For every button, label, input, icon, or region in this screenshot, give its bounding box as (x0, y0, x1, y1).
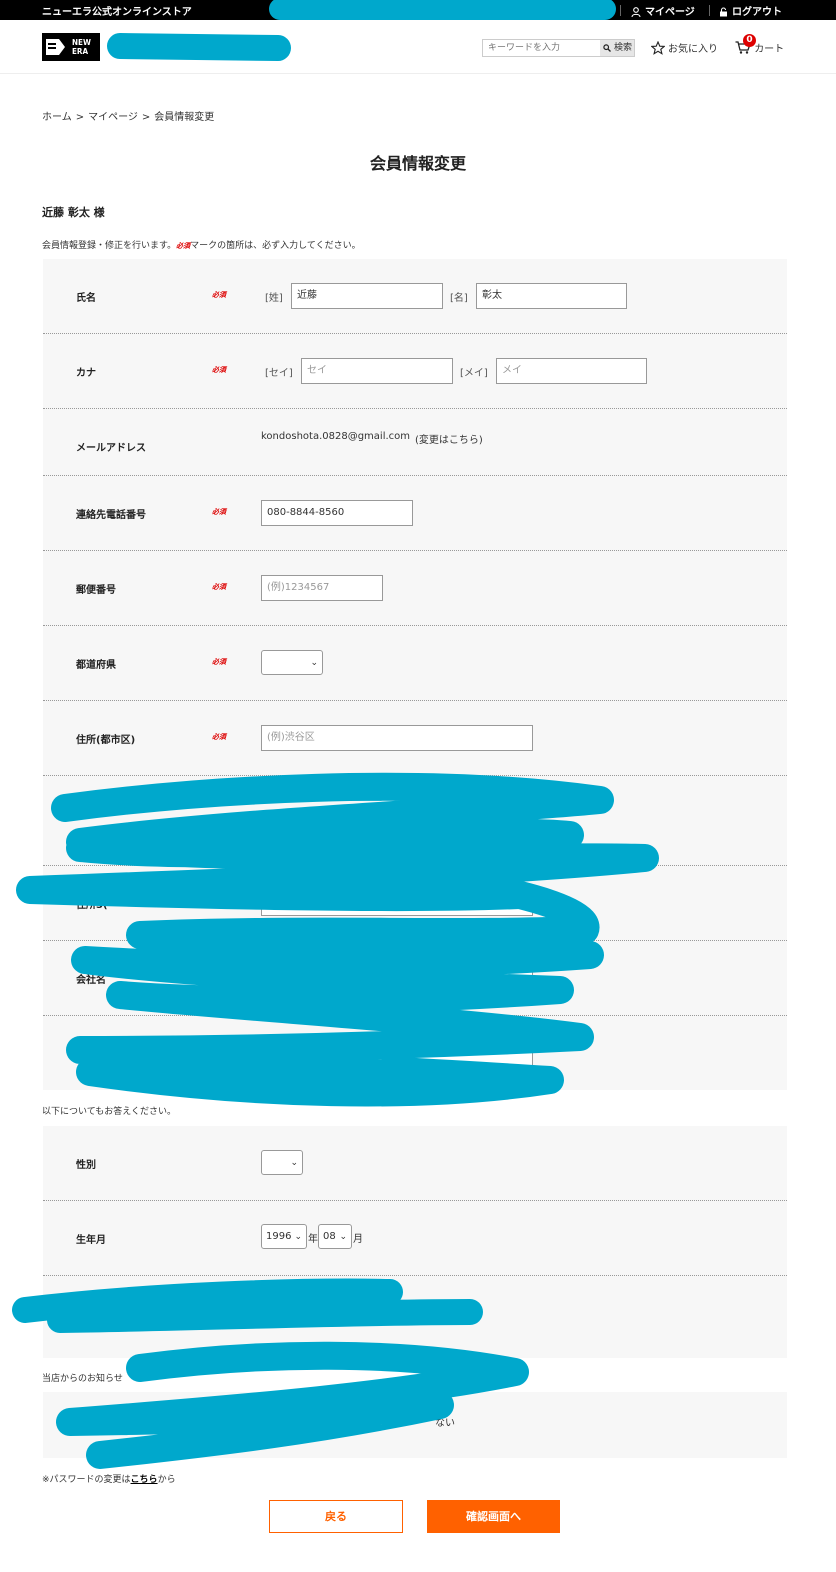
lock-icon (720, 7, 727, 17)
phone-input[interactable]: 080-8844-8560 (261, 500, 413, 526)
form-row-redacted (43, 1276, 787, 1358)
confirm-button[interactable]: 確認画面へ (427, 1500, 560, 1533)
kana-first-input[interactable]: メイ (496, 358, 647, 384)
search-box: 検索 (482, 39, 635, 57)
birth-year-select[interactable]: 1996 ⌄ (261, 1224, 307, 1249)
logout-link[interactable]: ログアウト (719, 3, 782, 18)
gender-label: 性別 (76, 1160, 96, 1171)
city-label: 住所(都市区) (76, 735, 136, 746)
form-row-company: 会社名 (43, 941, 787, 1016)
birth-label: 生年月 (76, 1235, 106, 1246)
search-icon (603, 44, 611, 52)
chevron-down-icon: ⌄ (294, 1232, 302, 1242)
birth-month-select[interactable]: 08 ⌄ (318, 1224, 352, 1249)
newsletter-option[interactable]: ない (435, 1414, 455, 1429)
form-row-prefecture: 都道府県 必須 ⌄ (43, 626, 787, 701)
logo-text: NEW (72, 38, 91, 47)
last-name-input[interactable]: 近藤 (291, 283, 443, 309)
year-unit: 年 (308, 1234, 318, 1245)
required-badge: 必須 (212, 733, 226, 741)
password-change-link[interactable]: こちら (131, 1475, 158, 1485)
newsletter-heading: 当店からのお知らせ (42, 1374, 123, 1384)
search-button[interactable]: 検索 (600, 40, 634, 56)
form-row-kana: カナ 必須 [セイ] セイ [メイ] メイ (43, 334, 787, 409)
first-name-input[interactable]: 彰太 (476, 283, 627, 309)
back-button[interactable]: 戻る (269, 1500, 403, 1533)
password-note: ※パスワードの変更はこちらから (42, 1475, 176, 1485)
logo-text: ERA (72, 47, 89, 56)
required-badge: 必須 (212, 291, 226, 299)
month-unit: 月 (353, 1234, 363, 1245)
form-row-address3: 住所3( (43, 866, 787, 941)
company-input[interactable] (261, 965, 533, 991)
flag-icon (46, 39, 65, 55)
email-label: メールアドレス (76, 443, 146, 454)
mypage-link[interactable]: マイページ (631, 3, 695, 18)
department-input[interactable] (261, 1040, 533, 1066)
breadcrumb-separator: > (141, 112, 151, 123)
form-row-phone: 連絡先電話番号 必須 080-8844-8560 (43, 476, 787, 551)
required-mark: 必須 (176, 242, 191, 250)
company-label: 会社名 (76, 975, 106, 986)
first-name-tag: [名] (450, 293, 468, 304)
required-badge: 必須 (212, 508, 226, 516)
form-row-newsletter: ない (43, 1392, 787, 1458)
required-badge: 必須 (212, 658, 226, 666)
prefecture-select[interactable]: ⌄ (261, 650, 323, 675)
cart-link[interactable]: 0 カート (735, 34, 784, 55)
user-icon (631, 7, 641, 18)
last-name-tag: [姓] (265, 293, 283, 304)
form-row-name: 氏名 必須 [姓] 近藤 [名] 彰太 (43, 259, 787, 334)
new-era-logo[interactable]: NEW ERA (42, 33, 100, 61)
zip-input[interactable]: (例)1234567 (261, 575, 383, 601)
breadcrumb-mypage[interactable]: マイページ (88, 112, 138, 123)
form-row-address2 (43, 776, 787, 866)
star-icon (650, 40, 666, 55)
user-name: 近藤 彰太 様 (42, 206, 105, 219)
search-input[interactable] (483, 40, 601, 56)
breadcrumb-separator: > (75, 112, 85, 123)
required-badge: 必須 (212, 366, 226, 374)
form-row-gender: 性別 ⌄ (43, 1126, 787, 1201)
address3-label: 住所3( (76, 900, 108, 911)
favorites-link[interactable]: お気に入り (650, 40, 718, 55)
address3-input[interactable] (261, 890, 533, 916)
breadcrumb-current: 会員情報変更 (154, 112, 215, 123)
divider (620, 5, 621, 16)
extra-heading: 以下についてもお答えください。 (42, 1107, 177, 1117)
form-row-birth: 生年月 1996 ⌄ 年 08 ⌄ 月 (43, 1201, 787, 1276)
chevron-down-icon: ⌄ (290, 1158, 298, 1168)
store-name[interactable]: ニューエラ公式オンラインストア (42, 3, 192, 18)
required-badge: 必須 (212, 583, 226, 591)
phone-label: 連絡先電話番号 (76, 510, 146, 521)
page-title: 会員情報変更 (369, 154, 466, 173)
top-bar: ニューエラ公式オンラインストア マイページ ログアウト (0, 0, 836, 20)
form-row-email: メールアドレス kondoshota.0828@gmail.com (変更はこち… (43, 409, 787, 476)
email-value: kondoshota.0828@gmail.com (261, 431, 411, 442)
intro-text: 会員情報登録・修正を行います。必須マークの箇所は、必ず入力してください。 (42, 241, 361, 251)
name-label: 氏名 (76, 293, 96, 304)
chevron-down-icon: ⌄ (339, 1232, 347, 1242)
gender-select[interactable]: ⌄ (261, 1150, 303, 1175)
prefecture-label: 都道府県 (76, 660, 116, 671)
divider (709, 5, 710, 16)
chevron-down-icon: ⌄ (310, 658, 318, 668)
kana-first-tag: [メイ] (460, 368, 488, 379)
form-row-department (43, 1016, 787, 1090)
email-change-link[interactable]: (変更はこちら) (415, 431, 483, 446)
kana-last-input[interactable]: セイ (301, 358, 453, 384)
site-header: NEW ERA 検索 お気に入り 0 カート (0, 20, 836, 74)
kana-label: カナ (76, 368, 96, 379)
cart-count-badge: 0 (743, 34, 756, 47)
kana-last-tag: [セイ] (265, 368, 293, 379)
breadcrumb: ホーム > マイページ > 会員情報変更 (42, 108, 218, 123)
breadcrumb-home[interactable]: ホーム (42, 112, 72, 123)
form-row-city: 住所(都市区) 必須 (例)渋谷区 (43, 701, 787, 776)
form-row-zip: 郵便番号 必須 (例)1234567 (43, 551, 787, 626)
zip-label: 郵便番号 (76, 585, 116, 596)
city-input[interactable]: (例)渋谷区 (261, 725, 533, 751)
